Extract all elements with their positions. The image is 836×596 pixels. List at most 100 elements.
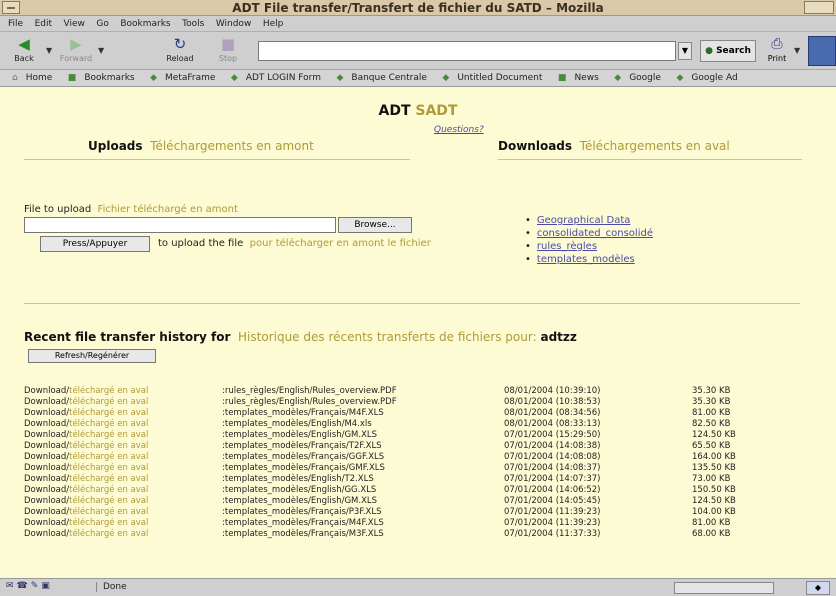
menu-view[interactable]: View [64, 16, 85, 32]
file-path: :templates_modèles/English/GG.XLS [222, 485, 377, 495]
stop-label: Stop [218, 54, 238, 63]
stop-button[interactable]: ■ Stop [208, 34, 248, 68]
transfer-date: 08/01/2004 (08:34:56) [504, 408, 601, 418]
status-bar: ✉☎✎▣ Done ◆ [0, 578, 836, 596]
file-path-input[interactable] [24, 217, 336, 233]
transfer-type: Download/téléchargé en aval [24, 496, 149, 506]
page-content: ADT SADT Questions? Uploads Téléchargeme… [0, 87, 836, 578]
browse-button[interactable]: Browse... [338, 217, 412, 233]
status-text: Done [96, 582, 127, 592]
menu-help[interactable]: Help [263, 16, 284, 32]
menu-bookmarks[interactable]: Bookmarks [120, 16, 170, 32]
bookmark-metaframe[interactable]: ◆ MetaFrame [144, 70, 215, 86]
transfer-type: Download/téléchargé en aval [24, 463, 149, 473]
download-links: Geographical Data consolidated_consolidé… [525, 214, 653, 266]
geographical-data-link[interactable]: Geographical Data [537, 215, 631, 226]
bookmark-icon: ◆ [442, 73, 450, 83]
menu-file[interactable]: File [8, 16, 23, 32]
back-history-dropdown[interactable]: ▼ [46, 46, 52, 55]
file-size: 124.50 KB [692, 496, 736, 506]
bookmark-untitled[interactable]: ◆ Untitled Document [436, 70, 542, 86]
bookmark-google[interactable]: ◆ Google [608, 70, 661, 86]
transfer-type: Download/téléchargé en aval [24, 529, 149, 539]
back-button[interactable]: ◀ Back [4, 34, 44, 68]
table-row: Download/téléchargé en aval:templates_mo… [24, 430, 824, 441]
refresh-button[interactable]: Refresh/Regénérer [28, 349, 156, 363]
file-size: 124.50 KB [692, 430, 736, 440]
menu-go[interactable]: Go [96, 16, 108, 32]
file-path: :templates_modèles/Français/M4F.XLS [222, 408, 384, 418]
security-lock-icon[interactable]: ◆ [806, 581, 830, 595]
file-path: :rules_règles/English/Rules_overview.PDF [222, 397, 397, 407]
file-path: :templates_modèles/English/M4.xls [222, 419, 372, 429]
history-table: Download/téléchargé en aval :rules_règles… [24, 386, 824, 540]
table-row: Download/téléchargé en aval:templates_mo… [24, 496, 824, 507]
file-path: :templates_modèles/Français/GMF.XLS [222, 463, 385, 473]
mozilla-logo-icon[interactable] [808, 36, 836, 66]
downloads-divider [498, 159, 802, 160]
table-row: Download/téléchargé en aval:templates_mo… [24, 452, 824, 463]
bookmark-home[interactable]: ⌂ Home [6, 70, 52, 86]
bookmark-icon: ◆ [336, 73, 344, 83]
component-bar-icons[interactable]: ✉☎✎▣ [6, 581, 53, 591]
back-arrow-icon: ◀ [18, 35, 30, 53]
file-size: 150.50 KB [692, 485, 736, 495]
search-button[interactable]: ● Search [700, 40, 756, 62]
transfer-type: Download/téléchargé en aval [24, 441, 149, 451]
menu-edit[interactable]: Edit [35, 16, 52, 32]
progress-bar [674, 582, 774, 594]
bookmarks-icon: ■ [67, 73, 77, 83]
print-button[interactable]: ⎙ Print [762, 34, 792, 68]
bookmark-banque-centrale[interactable]: ◆ Banque Centrale [330, 70, 426, 86]
transfer-date: 07/01/2004 (15:29:50) [504, 430, 601, 440]
transfer-type: Download/téléchargé en aval [24, 397, 149, 407]
upload-submit-button[interactable]: Press/Appuyer [40, 236, 150, 252]
transfer-date: 07/01/2004 (11:39:23) [504, 507, 601, 517]
reload-icon: ↻ [173, 35, 187, 53]
window-title: ADT File transfer/Transfert de fichier d… [232, 1, 604, 15]
file-size: 164.00 KB [692, 452, 736, 462]
forward-history-dropdown[interactable]: ▼ [98, 46, 104, 55]
file-path: :templates_modèles/Français/P3F.XLS [222, 507, 382, 517]
transfer-date: 08/01/2004 (08:33:13) [504, 419, 601, 429]
url-history-dropdown[interactable]: ▼ [678, 42, 692, 60]
bookmark-news[interactable]: ■ News [552, 70, 599, 86]
consolidated-link[interactable]: consolidated_consolidé [537, 228, 653, 239]
file-size: 81.00 KB [692, 408, 731, 418]
questions-link[interactable]: Questions? [434, 125, 484, 135]
home-icon: ⌂ [12, 73, 18, 83]
navigation-toolbar: ◀ Back ▼ ▶ Forward ▼ ↻ Reload ■ Stop ▼ ●… [0, 32, 836, 70]
stop-icon: ■ [220, 35, 236, 53]
file-path: :templates_modèles/Français/GGF.XLS [222, 452, 385, 462]
history-heading: Recent file transfer history for Histori… [24, 330, 577, 344]
personal-toolbar: ⌂ Home ■ Bookmarks ◆ MetaFrame ◆ ADT LOGIN F… [0, 70, 836, 87]
transfer-type: Download/téléchargé en aval [24, 419, 149, 429]
page-title: ADT SADT [378, 103, 458, 119]
table-row: Download/téléchargé en aval:rules_règles… [24, 386, 824, 397]
file-size: 81.00 KB [692, 518, 731, 528]
menu-window[interactable]: Window [216, 16, 252, 32]
rules-link[interactable]: rules_règles [537, 241, 597, 252]
bookmark-google-ad[interactable]: ◆ Google Ad [670, 70, 737, 86]
file-size: 35.30 KB [692, 386, 731, 396]
transfer-type: Download/téléchargé en aval [24, 485, 149, 495]
downloads-heading: Downloads Téléchargements en aval [498, 139, 730, 153]
window-title-bar: ADT File transfer/Transfert de fichier d… [0, 0, 836, 16]
forward-button[interactable]: ▶ Forward [56, 34, 96, 68]
transfer-type: Download/téléchargé en aval [24, 386, 149, 396]
transfer-date: 07/01/2004 (14:08:38) [504, 441, 601, 451]
forward-label: Forward [59, 54, 93, 63]
bookmark-adt-login[interactable]: ◆ ADT LOGIN Form [225, 70, 321, 86]
maximize-button[interactable] [804, 1, 834, 14]
folder-icon: ■ [557, 73, 567, 83]
table-row: Download/téléchargé en aval :templates_mo… [24, 485, 824, 496]
print-dropdown[interactable]: ▼ [794, 46, 800, 55]
templates-link[interactable]: templates_modèles [537, 254, 635, 265]
bookmark-bookmarks[interactable]: ■ Bookmarks [62, 70, 135, 86]
bookmark-icon: ◆ [230, 73, 238, 83]
download-link-item: templates_modèles [525, 253, 653, 266]
menu-tools[interactable]: Tools [182, 16, 204, 32]
transfer-date: 07/01/2004 (11:39:23) [504, 518, 601, 528]
reload-button[interactable]: ↻ Reload [160, 34, 200, 68]
url-input[interactable] [258, 41, 676, 61]
